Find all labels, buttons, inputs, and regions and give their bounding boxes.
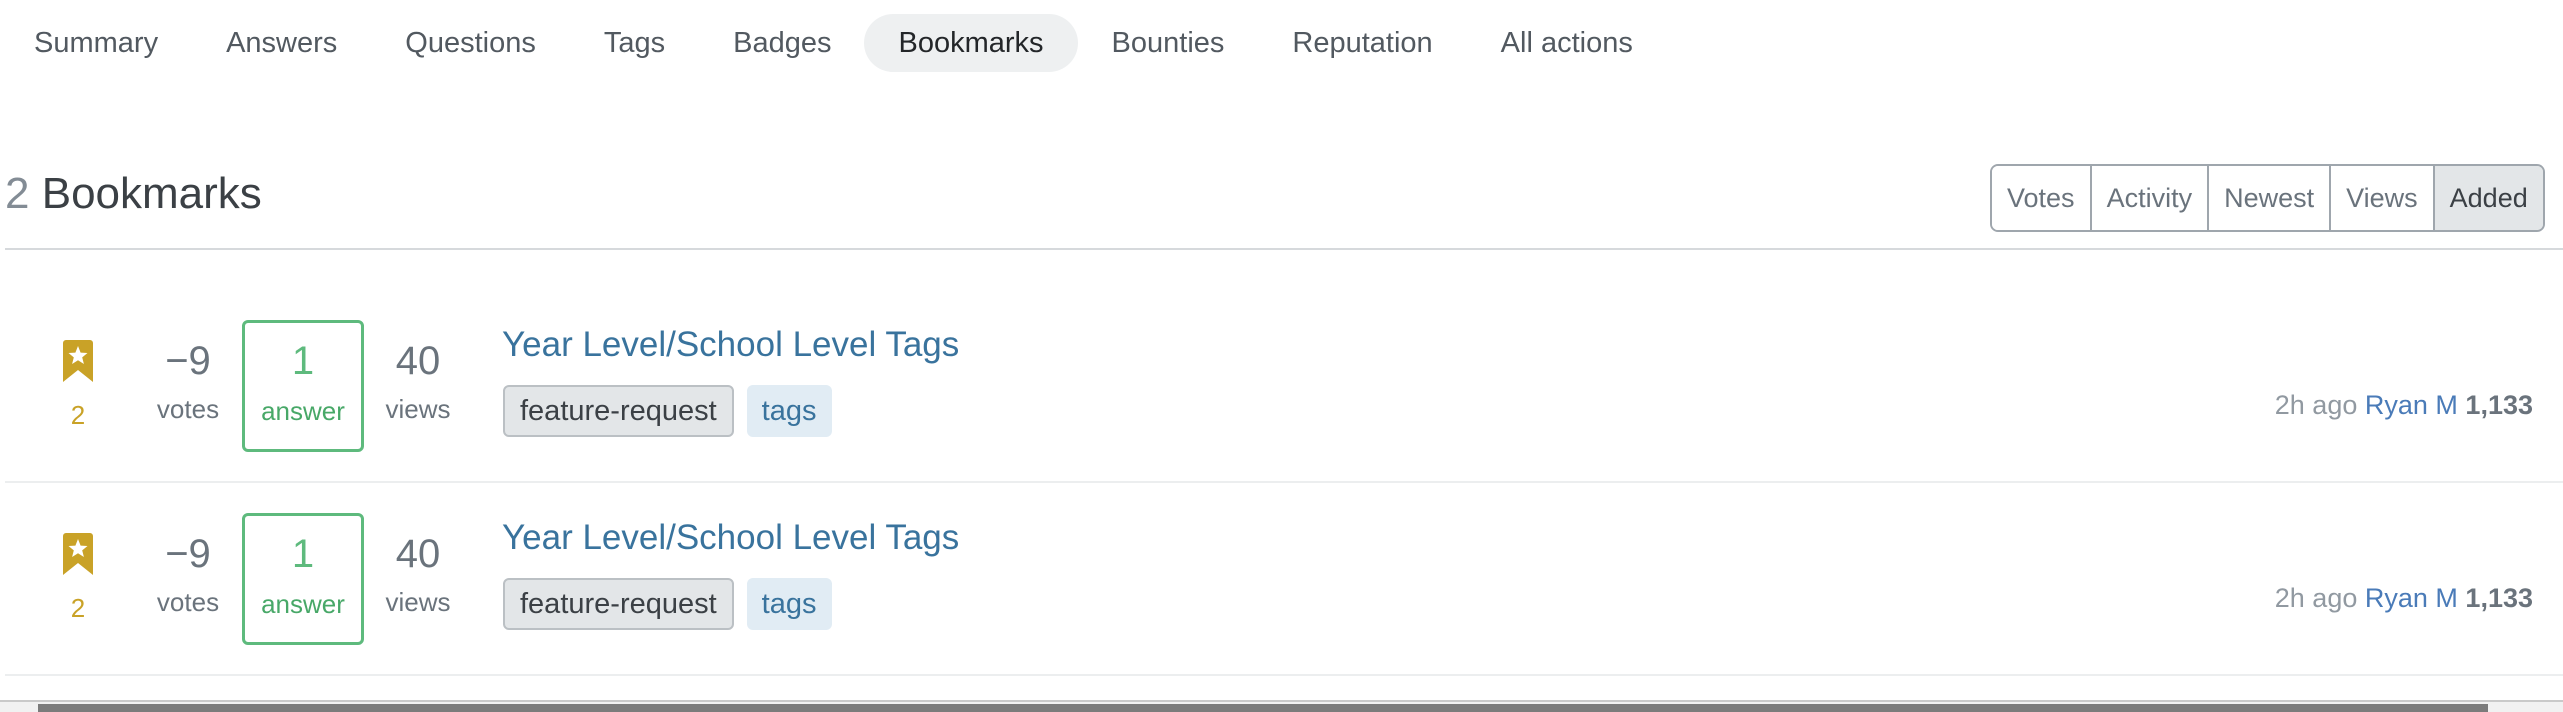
answers-value: 1 [291,339,315,383]
post-meta: 2h ago Ryan M 1,133 [2275,580,2533,616]
post-meta: 2h ago Ryan M 1,133 [2275,387,2533,423]
tag-list: feature-request tags [503,385,832,437]
sort-button-group: Votes Activity Newest Views Added [1990,164,2545,232]
tab-reputation[interactable]: Reputation [1258,14,1466,72]
bookmark-indicator[interactable]: 2 [58,533,98,623]
tab-summary[interactable]: Summary [0,14,192,72]
views-stat: 40 views [375,530,461,618]
user-reputation: 1,133 [2465,583,2533,613]
bookmark-row: 2 −9 votes 1 answer 40 views Year Level/… [0,255,2563,452]
page-title: 2 Bookmarks [5,164,262,224]
user-link[interactable]: Ryan M [2365,390,2458,420]
tab-questions[interactable]: Questions [371,14,570,72]
scrollbar-thumb[interactable] [38,704,2488,712]
votes-value: −9 [165,339,211,383]
horizontal-scrollbar[interactable] [0,700,2563,712]
views-label: views [385,587,451,617]
views-value: 40 [395,532,441,576]
user-link[interactable]: Ryan M [2365,583,2458,613]
votes-label: votes [156,587,220,617]
answers-label: answer [261,396,345,426]
row-divider [5,674,2563,676]
answers-value: 1 [291,532,315,576]
sort-views-button[interactable]: Views [2331,166,2435,230]
tab-answers[interactable]: Answers [192,14,371,72]
header-divider [5,248,2563,250]
votes-value: −9 [165,532,211,576]
post-time: 2h ago [2274,583,2358,613]
tag-feature-request[interactable]: feature-request [503,385,734,437]
tab-all-actions[interactable]: All actions [1467,14,1667,72]
tab-bounties[interactable]: Bounties [1078,14,1259,72]
tab-tags[interactable]: Tags [570,14,699,72]
answers-stat: 1 answer [242,320,364,452]
views-stat: 40 views [375,337,461,425]
tag-list: feature-request tags [503,578,832,630]
profile-tabs: Summary Answers Questions Tags Badges Bo… [0,14,1667,72]
user-reputation: 1,133 [2465,390,2533,420]
bookmark-count-value: 2 [70,400,86,430]
votes-stat: −9 votes [148,530,228,618]
votes-stat: −9 votes [148,337,228,425]
question-title-link[interactable]: Year Level/School Level Tags [502,323,959,367]
sort-activity-button[interactable]: Activity [2091,166,2210,230]
views-value: 40 [395,339,441,383]
post-time: 2h ago [2274,390,2358,420]
tag-tags[interactable]: tags [746,385,832,437]
bookmark-star-icon [63,340,93,382]
answers-label: answer [261,589,345,619]
tag-feature-request[interactable]: feature-request [503,578,734,630]
tag-tags[interactable]: tags [746,578,832,630]
sort-newest-button[interactable]: Newest [2209,166,2332,230]
bookmark-count-value: 2 [70,593,86,623]
bookmark-indicator[interactable]: 2 [58,340,98,430]
tab-bookmarks[interactable]: Bookmarks [864,14,1078,72]
tab-badges[interactable]: Badges [699,14,865,72]
answers-stat: 1 answer [242,513,364,645]
bookmark-row: 2 −9 votes 1 answer 40 views Year Level/… [0,448,2563,645]
page-title-text: Bookmarks [41,169,262,218]
bookmark-star-icon [63,533,93,575]
sort-added-button[interactable]: Added [2434,166,2543,230]
votes-label: votes [156,394,220,424]
bookmark-count: 2 [5,169,30,218]
question-title-link[interactable]: Year Level/School Level Tags [502,516,959,560]
sort-votes-button[interactable]: Votes [1992,166,2092,230]
views-label: views [385,394,451,424]
